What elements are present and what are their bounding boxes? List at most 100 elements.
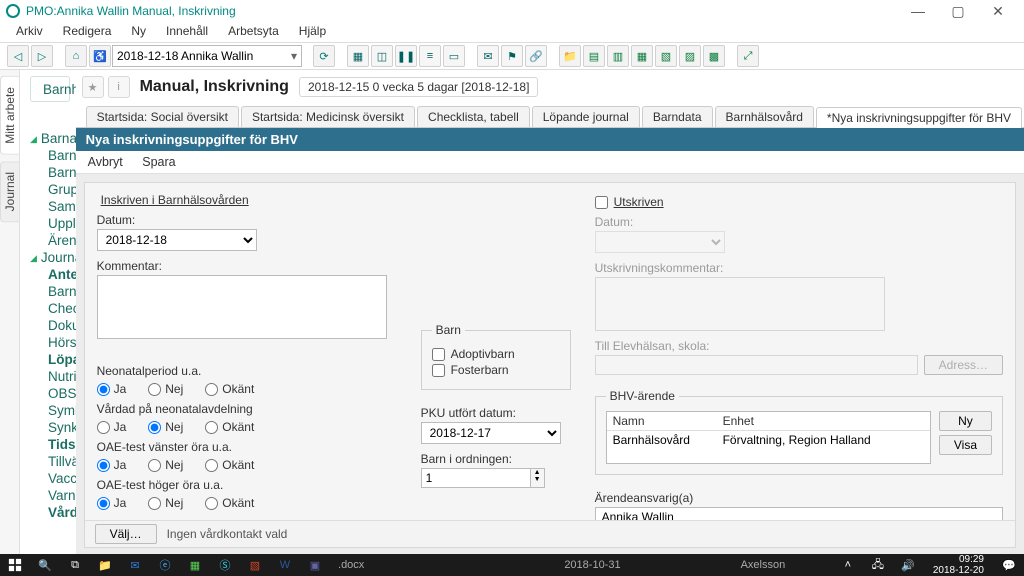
pause-icon[interactable]: ❚❚ bbox=[395, 45, 417, 67]
search-icon[interactable]: 🔍 bbox=[30, 554, 60, 576]
document-tab[interactable]: Löpande journal bbox=[532, 106, 640, 127]
sidebar-item[interactable]: Symbol bbox=[30, 402, 70, 419]
adoptiv-checkbox[interactable] bbox=[432, 348, 445, 361]
folder-icon[interactable]: 📁 bbox=[559, 45, 581, 67]
menu-hjalp[interactable]: Hjälp bbox=[289, 22, 336, 42]
sidebar-item[interactable]: Synkontroll bbox=[30, 419, 70, 436]
taskview-icon[interactable]: ⧉ bbox=[60, 554, 90, 576]
close-button[interactable]: ✕ bbox=[978, 0, 1018, 22]
grid-icon[interactable]: ▦ bbox=[347, 45, 369, 67]
sidebar-item[interactable]: Grupper bbox=[30, 181, 70, 198]
sidebar-item[interactable]: Anteckning bbox=[30, 266, 70, 283]
sidebar-section[interactable]: Journal bbox=[30, 249, 70, 266]
doc3-icon[interactable]: ▧ bbox=[655, 45, 677, 67]
oaeh-nej[interactable] bbox=[148, 497, 161, 510]
panel-icon[interactable]: ▭ bbox=[443, 45, 465, 67]
ie-icon[interactable]: ⓔ bbox=[150, 554, 180, 576]
oaev-okant[interactable] bbox=[205, 459, 218, 472]
task-doc[interactable]: .docx bbox=[338, 559, 364, 571]
context-selector[interactable]: 2018-12-18 Annika Wallin ▾ bbox=[112, 45, 302, 67]
explorer-icon[interactable]: 📁 bbox=[90, 554, 120, 576]
sidebar-item[interactable]: Upplysning bbox=[30, 215, 70, 232]
save-action[interactable]: Spara bbox=[142, 155, 175, 169]
doc5-icon[interactable]: ▩ bbox=[703, 45, 725, 67]
maximize-button[interactable]: ▢ bbox=[938, 0, 978, 22]
sidebar-item[interactable]: Ärende bbox=[30, 232, 70, 249]
oaev-nej[interactable] bbox=[148, 459, 161, 472]
document-tab[interactable]: Barndata bbox=[642, 106, 713, 127]
menu-innehall[interactable]: Innehåll bbox=[156, 22, 218, 42]
minimize-button[interactable]: — bbox=[898, 0, 938, 22]
sidebar-item[interactable]: Löpande journal bbox=[30, 351, 70, 368]
sidebar-item[interactable]: Dokument bbox=[30, 317, 70, 334]
start-button[interactable] bbox=[0, 554, 30, 576]
outlook-icon[interactable]: ✉ bbox=[120, 554, 150, 576]
ordning-input[interactable] bbox=[421, 468, 531, 488]
oaev-ja[interactable] bbox=[97, 459, 110, 472]
flag-icon[interactable]: ⚑ bbox=[501, 45, 523, 67]
sidebar-item[interactable]: Tidsserie bbox=[30, 436, 70, 453]
header-btn-2[interactable]: i bbox=[108, 76, 130, 98]
sidebar-item[interactable]: Sammanslagning bbox=[30, 198, 70, 215]
sidebar-item[interactable]: Barnhälsovård bbox=[30, 164, 70, 181]
oaeh-ja[interactable] bbox=[97, 497, 110, 510]
valj-button[interactable]: Välj… bbox=[95, 524, 157, 544]
doc2-icon[interactable]: ▦ bbox=[631, 45, 653, 67]
datum-select[interactable]: 2018-12-18 bbox=[97, 229, 257, 251]
neonatal-okant[interactable] bbox=[205, 383, 218, 396]
sidebar-item[interactable]: Barndata bbox=[30, 147, 70, 164]
neonatal-ja[interactable] bbox=[97, 383, 110, 396]
sidebar-item[interactable]: Vårdkontakt bbox=[30, 504, 70, 521]
document-tab[interactable]: *Nya inskrivningsuppgifter för BHV bbox=[816, 107, 1022, 128]
sidebar-item[interactable]: Barnets utveckling bbox=[30, 283, 70, 300]
foster-checkbox[interactable] bbox=[432, 364, 445, 377]
home-button[interactable]: ⌂ bbox=[65, 45, 87, 67]
utskriven-checkbox[interactable] bbox=[595, 196, 608, 209]
vardad-okant[interactable] bbox=[205, 421, 218, 434]
menu-ny[interactable]: Ny bbox=[121, 22, 156, 42]
sidebar-item[interactable]: Vaccination bbox=[30, 470, 70, 487]
oaeh-okant[interactable] bbox=[205, 497, 218, 510]
list-icon[interactable]: ≡ bbox=[419, 45, 441, 67]
vtab-mitt-arbete[interactable]: Mitt arbete bbox=[0, 76, 19, 155]
sidebar-item[interactable]: Varning bbox=[30, 487, 70, 504]
tray-vol-icon[interactable]: 🔊 bbox=[893, 554, 923, 576]
nav-fwd-button[interactable]: ▷ bbox=[31, 45, 53, 67]
tray-net-icon[interactable]: 🖧 bbox=[863, 554, 893, 576]
doc1-icon[interactable]: ▥ bbox=[607, 45, 629, 67]
document-tab[interactable]: Startsida: Medicinsk översikt bbox=[241, 106, 415, 127]
split-icon[interactable]: ◫ bbox=[371, 45, 393, 67]
spinner-down[interactable]: ▼ bbox=[531, 476, 544, 483]
tray-clock[interactable]: 09:29 2018-12-20 bbox=[923, 554, 994, 576]
document-tab[interactable]: Barnhälsovård bbox=[715, 106, 814, 127]
mail-icon[interactable]: ✉ bbox=[477, 45, 499, 67]
menu-arkiv[interactable]: Arkiv bbox=[6, 22, 53, 42]
kommentar-textarea[interactable] bbox=[97, 275, 387, 339]
word-icon[interactable]: W bbox=[270, 554, 300, 576]
tray-up-icon[interactable]: ˄ bbox=[833, 554, 863, 576]
table-row[interactable]: BarnhälsovårdFörvaltning, Region Halland bbox=[607, 431, 930, 449]
neonatal-nej[interactable] bbox=[148, 383, 161, 396]
visa-button[interactable]: Visa bbox=[939, 435, 992, 455]
teams-icon[interactable]: ▣ bbox=[300, 554, 330, 576]
pku-select[interactable]: 2018-12-17 bbox=[421, 422, 561, 444]
vardad-ja[interactable] bbox=[97, 421, 110, 434]
doc4-icon[interactable]: ▨ bbox=[679, 45, 701, 67]
sidebar-item[interactable]: Checklista bbox=[30, 300, 70, 317]
excel-icon[interactable]: ▦ bbox=[180, 554, 210, 576]
sidebar-item[interactable]: Tillväxt bbox=[30, 453, 70, 470]
header-btn-1[interactable]: ★ bbox=[82, 76, 104, 98]
cancel-action[interactable]: Avbryt bbox=[88, 155, 123, 169]
spinner-up[interactable]: ▲ bbox=[531, 469, 544, 476]
refresh-button[interactable]: ⟳ bbox=[313, 45, 335, 67]
document-tab[interactable]: Startsida: Social översikt bbox=[86, 106, 239, 127]
ny-button[interactable]: Ny bbox=[939, 411, 992, 431]
ppt-icon[interactable]: ▧ bbox=[240, 554, 270, 576]
nav-back-button[interactable]: ◁ bbox=[7, 45, 29, 67]
sidebar-group-header[interactable]: Barnhälsovård… bbox=[30, 76, 70, 102]
sidebar-item[interactable]: Hörselkontroll bbox=[30, 334, 70, 351]
vardad-nej[interactable] bbox=[148, 421, 161, 434]
note-icon[interactable]: ▤ bbox=[583, 45, 605, 67]
link-icon[interactable]: 🔗 bbox=[525, 45, 547, 67]
vtab-journal[interactable]: Journal bbox=[0, 161, 19, 222]
